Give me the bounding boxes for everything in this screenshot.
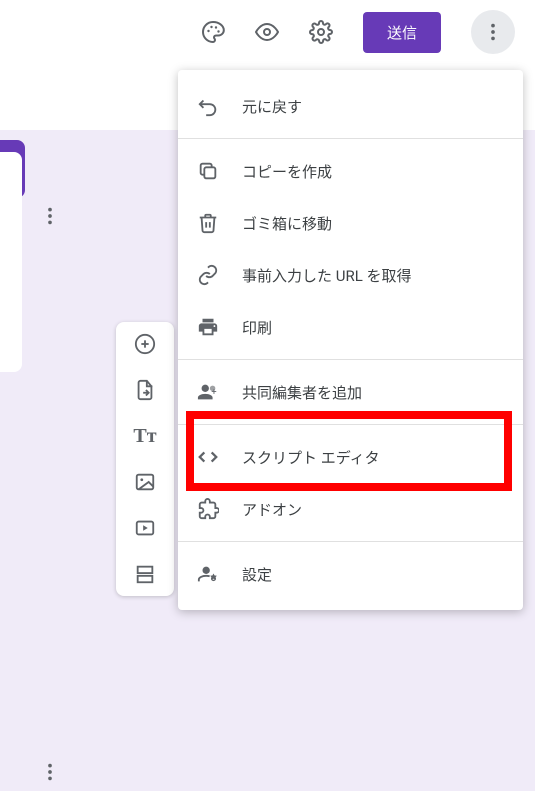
menu-separator [178,424,523,425]
menu-label: 設定 [242,564,272,585]
import-icon[interactable] [133,378,157,402]
link-icon [196,263,220,287]
menu-item-copy[interactable]: コピーを作成 [178,145,523,197]
menu-label: コピーを作成 [242,161,332,182]
header-toolbar: 送信 [0,0,535,64]
menu-item-script-editor[interactable]: スクリプト エディタ [178,431,523,483]
footer-more-icon[interactable] [28,750,72,794]
gear-icon[interactable] [309,20,333,44]
question-more-icon[interactable] [28,194,72,238]
menu-item-addons[interactable]: アドオン [178,483,523,535]
menu-label: 印刷 [242,317,272,338]
more-menu: 元に戻す コピーを作成 ゴミ箱に移動 事前入力した URL を取得 印刷 共同編… [178,70,523,610]
copy-icon [196,159,220,183]
menu-separator [178,541,523,542]
video-icon[interactable] [133,516,157,540]
text-icon[interactable]: Tᴛ [133,424,157,448]
menu-label: ゴミ箱に移動 [242,213,332,234]
code-icon [196,445,220,469]
menu-item-undo[interactable]: 元に戻す [178,80,523,132]
menu-label: アドオン [242,499,302,520]
side-toolbar: Tᴛ [116,322,174,596]
menu-item-trash[interactable]: ゴミ箱に移動 [178,197,523,249]
section-icon[interactable] [133,562,157,586]
palette-icon[interactable] [201,20,225,44]
people-add-icon [196,380,220,404]
menu-item-prefill-url[interactable]: 事前入力した URL を取得 [178,249,523,301]
eye-icon[interactable] [255,20,279,44]
menu-item-print[interactable]: 印刷 [178,301,523,353]
send-button[interactable]: 送信 [363,12,441,53]
menu-separator [178,138,523,139]
puzzle-icon [196,497,220,521]
menu-separator [178,359,523,360]
add-question-icon[interactable] [133,332,157,356]
menu-label: 元に戻す [242,96,302,117]
undo-icon [196,94,220,118]
menu-item-add-collaborator[interactable]: 共同編集者を追加 [178,366,523,418]
person-gear-icon [196,562,220,586]
print-icon [196,315,220,339]
more-vert-icon[interactable] [471,10,515,54]
form-card-edge [0,152,22,372]
menu-item-settings[interactable]: 設定 [178,548,523,600]
menu-label: 事前入力した URL を取得 [242,265,412,286]
menu-label: スクリプト エディタ [242,447,380,468]
image-icon[interactable] [133,470,157,494]
menu-label: 共同編集者を追加 [242,382,362,403]
trash-icon [196,211,220,235]
